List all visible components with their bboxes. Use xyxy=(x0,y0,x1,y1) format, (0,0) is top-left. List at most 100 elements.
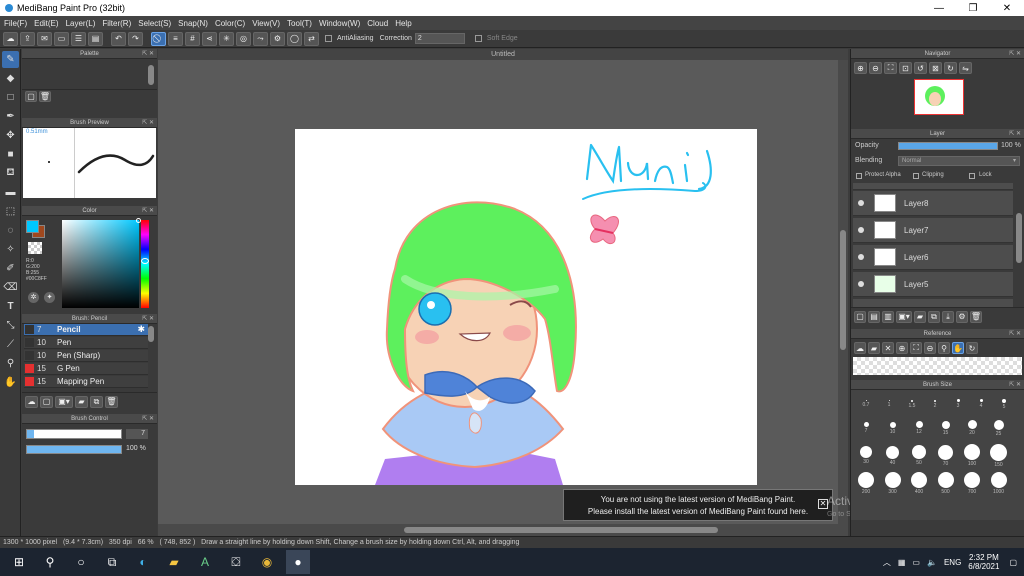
page-icon[interactable]: ▤ xyxy=(88,31,103,46)
brush-size-cell[interactable]: 1000 xyxy=(987,470,1011,497)
soft-edge-checkbox[interactable] xyxy=(474,35,482,42)
brush-size-value[interactable]: 7 xyxy=(126,429,148,439)
ref-zoom-in-icon[interactable]: ⊕ xyxy=(896,342,908,354)
color-picker-icon[interactable]: ✦ xyxy=(44,292,55,303)
undo-icon[interactable]: ↶ xyxy=(111,31,126,46)
foreground-color-swatch[interactable] xyxy=(26,220,39,233)
snap-off-icon[interactable]: ⃠ xyxy=(151,31,166,46)
brush-size-cell[interactable]: 700 xyxy=(960,470,984,497)
horizontal-scrollbar[interactable] xyxy=(158,524,838,536)
menu-filter[interactable]: Filter(R) xyxy=(102,19,131,28)
nav-rotate-right-icon[interactable]: ↻ xyxy=(944,62,957,74)
select-pen-tool-icon[interactable]: ✐ xyxy=(2,260,19,277)
select-eraser-tool-icon[interactable]: ⌫ xyxy=(2,279,19,296)
ref-open-icon[interactable]: ▰ xyxy=(868,342,880,354)
visibility-eye-icon[interactable] xyxy=(858,227,864,233)
brush-tool-icon[interactable]: ✎ xyxy=(2,51,19,68)
nav-zoom-out-icon[interactable]: ⊖ xyxy=(869,62,882,74)
store-icon[interactable]: ⛋ xyxy=(224,550,248,574)
menu-layer[interactable]: Layer(L) xyxy=(66,19,96,28)
blending-select[interactable]: Normal ▾ xyxy=(898,156,1020,166)
brush-size-cell[interactable]: 50 xyxy=(907,442,931,469)
edge-icon[interactable]: ◐ xyxy=(131,550,155,574)
brush-size-cell[interactable]: 20 xyxy=(960,416,984,440)
clock[interactable]: 2:32 PM 6/8/2021 xyxy=(968,553,999,571)
task-view-icon[interactable]: ⧉ xyxy=(100,550,124,574)
brush-size-slider[interactable] xyxy=(26,429,122,439)
merge-layer-icon[interactable]: ⤓ xyxy=(942,310,954,323)
menu-file[interactable]: File(F) xyxy=(4,19,27,28)
hue-slider[interactable] xyxy=(141,220,149,308)
clipping-checkbox[interactable] xyxy=(913,173,919,179)
layer-folder-icon[interactable]: ▰ xyxy=(914,310,926,323)
fill-rect-tool-icon[interactable]: ■ xyxy=(2,146,19,163)
lasso-tool-icon[interactable]: ◌ xyxy=(2,222,19,239)
windows-start-icon[interactable]: ⊞ xyxy=(7,550,31,574)
brush-size-cell[interactable]: 2 xyxy=(923,392,947,416)
brush-size-cell[interactable]: 3 xyxy=(946,392,970,416)
duplicate-brush-icon[interactable]: ⧉ xyxy=(90,395,103,408)
menu-tool[interactable]: Tool(T) xyxy=(287,19,312,28)
nav-actual-size-icon[interactable]: ⊡ xyxy=(899,62,912,74)
move-tool-icon[interactable]: ✥ xyxy=(2,127,19,144)
language-indicator[interactable]: ENG xyxy=(944,558,961,567)
parallel-snap-icon[interactable]: ≡ xyxy=(168,31,183,46)
protect-alpha-checkbox[interactable] xyxy=(856,173,862,179)
update-notification[interactable]: You are not using the latest version of … xyxy=(563,489,833,521)
layer-row-layer5[interactable]: Layer5 xyxy=(853,272,1013,297)
cloud-icon[interactable]: ☁ xyxy=(3,31,18,46)
brush-size-cell[interactable]: 10 xyxy=(881,416,905,440)
brush-size-cell[interactable]: 300 xyxy=(881,470,905,497)
brush-size-cell[interactable]: 12 xyxy=(907,416,931,440)
new-8bit-layer-icon[interactable]: ▥ xyxy=(882,310,894,323)
brush-item-mapping-pen[interactable]: 15 Mapping Pen xyxy=(24,376,148,388)
delete-brush-icon[interactable]: 🗑 xyxy=(105,395,118,408)
color-wheel-icon[interactable]: ✲ xyxy=(28,292,39,303)
ref-zoom-out-icon[interactable]: ⊖ xyxy=(924,342,936,354)
brush-settings-icon[interactable]: ✱ xyxy=(137,324,145,335)
divide-tool-icon[interactable]: ⟋ xyxy=(2,336,19,353)
settings-icon[interactable]: ⚙ xyxy=(270,31,285,46)
eyedropper-tool-icon[interactable]: ⚲ xyxy=(2,355,19,372)
brush-size-cell[interactable]: 150 xyxy=(987,442,1011,469)
select-tool-icon[interactable]: ⬚ xyxy=(2,203,19,220)
menu-edit[interactable]: Edit(E) xyxy=(34,19,58,28)
drawing-canvas[interactable] xyxy=(295,129,757,485)
menu-color[interactable]: Color(C) xyxy=(215,19,245,28)
medibang-taskbar-icon[interactable]: ● xyxy=(286,550,310,574)
cortana-icon[interactable]: ○ xyxy=(69,550,93,574)
nav-fit-icon[interactable]: ⛶ xyxy=(884,62,897,74)
ref-hand-icon[interactable]: ✋ xyxy=(952,342,964,354)
menu-window[interactable]: Window(W) xyxy=(319,19,360,28)
brush-folder-icon[interactable]: ▰ xyxy=(75,395,88,408)
antialias-checkbox[interactable] xyxy=(325,35,332,42)
visibility-eye-icon[interactable] xyxy=(858,200,864,206)
menu-cloud[interactable]: Cloud xyxy=(367,19,388,28)
ref-cloud-icon[interactable]: ☁ xyxy=(854,342,866,354)
magic-wand-tool-icon[interactable]: ✧ xyxy=(2,241,19,258)
duplicate-layer-icon[interactable]: ⧉ xyxy=(928,310,940,323)
gradient-tool-icon[interactable]: ▬ xyxy=(2,184,19,201)
notifications-icon[interactable]: ▢ xyxy=(1009,558,1017,567)
brush-size-cell[interactable]: 200 xyxy=(854,470,878,497)
brush-size-cell[interactable]: 30 xyxy=(854,442,878,469)
grid-snap-icon[interactable]: # xyxy=(185,31,200,46)
close-button[interactable]: ✕ xyxy=(990,0,1024,16)
operation-tool-icon[interactable]: ⤡ xyxy=(2,317,19,334)
bucket-tool-icon[interactable]: ⛾ xyxy=(2,165,19,182)
search-icon[interactable]: ⚲ xyxy=(38,550,62,574)
brush-size-cell[interactable]: 500 xyxy=(934,470,958,497)
ref-eyedropper-icon[interactable]: ⚲ xyxy=(938,342,950,354)
hand-tool-icon[interactable]: ✋ xyxy=(2,374,19,391)
vertical-scrollbar[interactable] xyxy=(838,60,848,536)
brush-size-cell[interactable]: 1.5 xyxy=(900,392,924,416)
correction-select[interactable]: 2 xyxy=(414,33,465,44)
ref-fit-icon[interactable]: ⛶ xyxy=(910,342,922,354)
panel-icon[interactable]: ▭ xyxy=(54,31,69,46)
curve-snap-icon[interactable]: ⤳ xyxy=(253,31,268,46)
circle-snap-icon[interactable]: ◎ xyxy=(236,31,251,46)
layer-opacity-slider[interactable] xyxy=(898,142,998,150)
file-explorer-icon[interactable]: ▰ xyxy=(162,550,186,574)
list-icon[interactable]: ☰ xyxy=(71,31,86,46)
layer-row-layer6[interactable]: Layer6 xyxy=(853,245,1013,270)
